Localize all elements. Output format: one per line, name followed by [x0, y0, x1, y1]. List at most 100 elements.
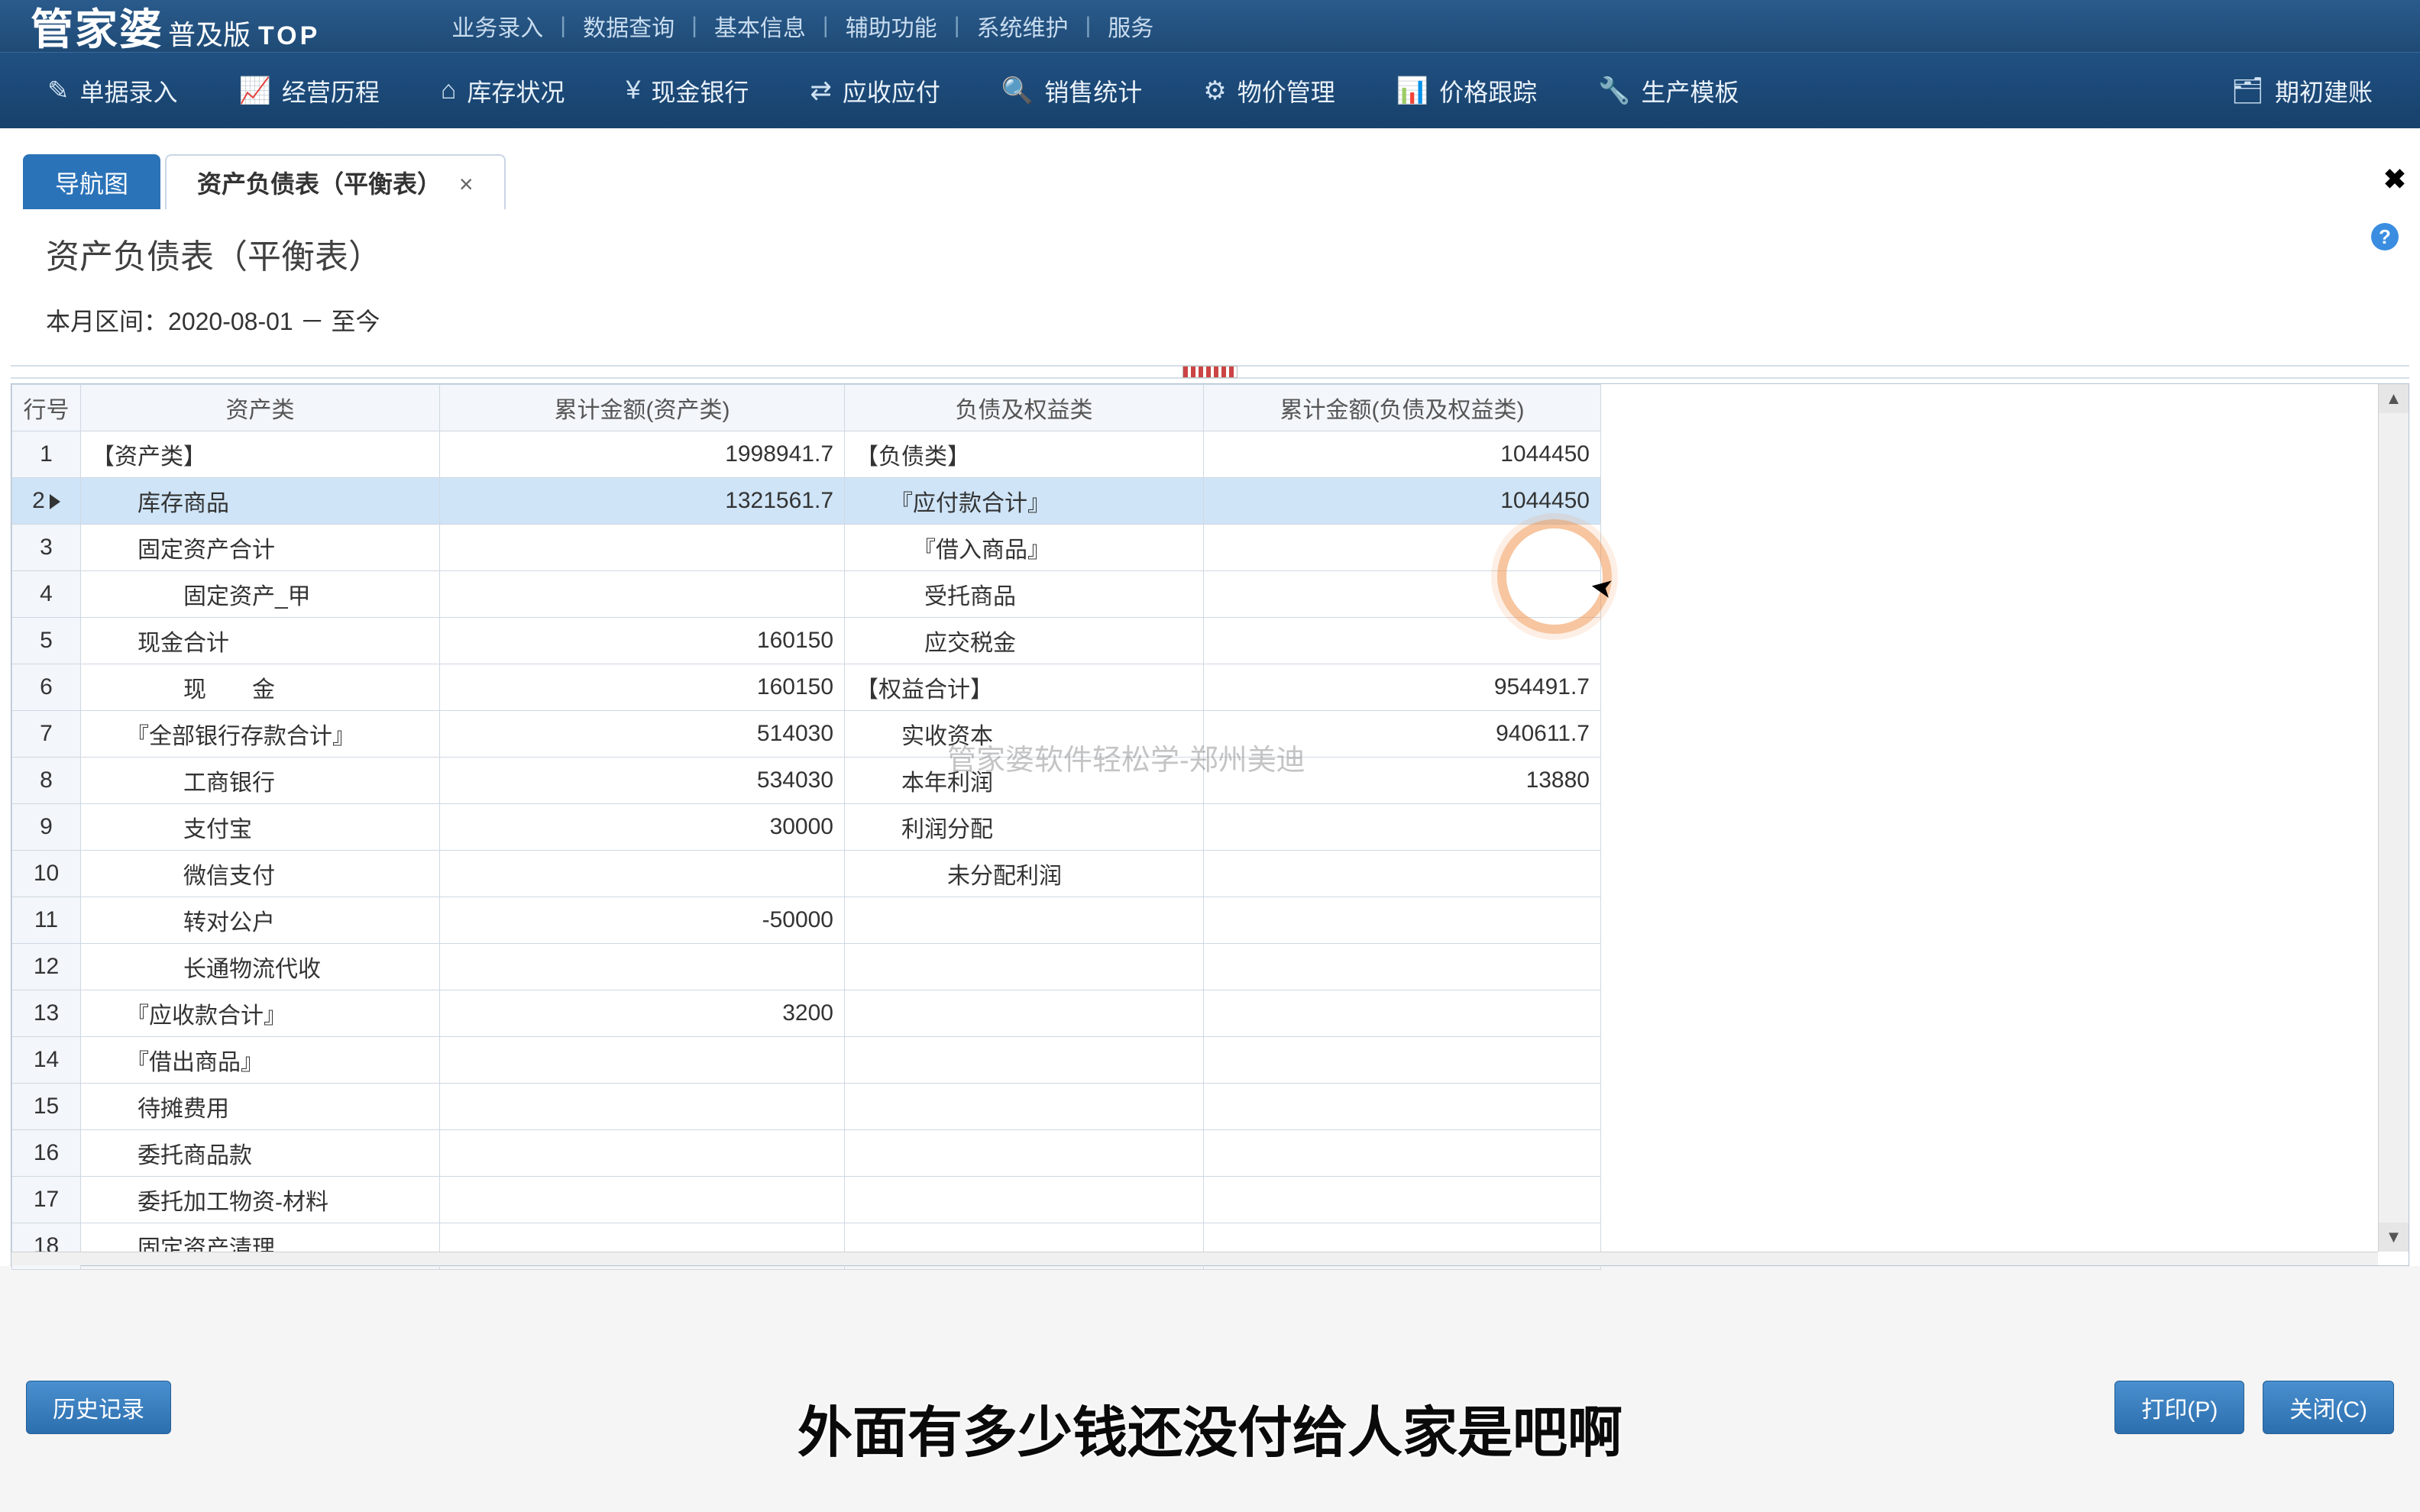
- table-row[interactable]: 2 库存商品1321561.7 『应付款合计』1044450: [12, 478, 1601, 525]
- nav-ar-ap[interactable]: ⇄应收应付: [779, 73, 971, 108]
- menu-assist[interactable]: 辅助功能: [829, 9, 954, 43]
- cell-liability-amount[interactable]: [1204, 1037, 1601, 1084]
- cell-liability[interactable]: 『借入商品』: [845, 525, 1204, 571]
- menu-system[interactable]: 系统维护: [959, 9, 1085, 43]
- cell-asset-amount[interactable]: [440, 944, 845, 990]
- cell-asset-amount[interactable]: 1998941.7: [440, 431, 845, 478]
- cell-asset-amount[interactable]: 30000: [440, 804, 845, 851]
- cell-asset[interactable]: 待摊费用: [81, 1084, 440, 1130]
- cell-liability[interactable]: 受托商品: [845, 571, 1204, 618]
- cell-asset[interactable]: 长通物流代收: [81, 944, 440, 990]
- cell-asset[interactable]: 转对公户: [81, 897, 440, 944]
- vertical-scrollbar[interactable]: ▲ ▼: [2378, 384, 2409, 1252]
- tab-navigation-map[interactable]: 导航图: [23, 154, 160, 209]
- nav-inventory[interactable]: ⌂库存状况: [410, 73, 596, 108]
- cell-liability[interactable]: 本年利润: [845, 758, 1204, 804]
- col-liability-amount[interactable]: 累计金额(负债及权益类): [1204, 385, 1601, 431]
- cell-liability-amount[interactable]: [1204, 1084, 1601, 1130]
- col-asset-amount[interactable]: 累计金额(资产类): [440, 385, 845, 431]
- cell-liability[interactable]: 利润分配: [845, 804, 1204, 851]
- cell-liability-amount[interactable]: [1204, 1130, 1601, 1177]
- cell-asset[interactable]: 固定资产_甲: [81, 571, 440, 618]
- cell-liability-amount[interactable]: 1044450: [1204, 478, 1601, 525]
- tab-balance-sheet[interactable]: 资产负债表（平衡表） ×: [165, 154, 506, 209]
- cell-asset-amount[interactable]: [440, 525, 845, 571]
- cell-liability-amount[interactable]: [1204, 618, 1601, 664]
- table-row[interactable]: 3 固定资产合计 『借入商品』: [12, 525, 1601, 571]
- nav-opening-balance[interactable]: 🗂期初建账: [2201, 73, 2403, 108]
- menu-business-entry[interactable]: 业务录入: [435, 9, 560, 43]
- table-row[interactable]: 13 『应收款合计』3200: [12, 990, 1601, 1037]
- cell-liability-amount[interactable]: [1204, 571, 1601, 618]
- nav-voucher-entry[interactable]: ✎单据录入: [17, 73, 209, 108]
- cell-asset[interactable]: 微信支付: [81, 851, 440, 897]
- table-row[interactable]: 8 工商银行534030 本年利润13880: [12, 758, 1601, 804]
- horizontal-scrollbar[interactable]: [11, 1252, 2378, 1265]
- table-row[interactable]: 16 委托商品款: [12, 1130, 1601, 1177]
- cell-asset-amount[interactable]: 1321561.7: [440, 478, 845, 525]
- scroll-up-icon[interactable]: ▲: [2379, 384, 2409, 413]
- cell-liability-amount[interactable]: [1204, 990, 1601, 1037]
- cell-asset[interactable]: 【资产类】: [81, 431, 440, 478]
- table-row[interactable]: 10 微信支付 未分配利润: [12, 851, 1601, 897]
- cell-liability[interactable]: 【负债类】: [845, 431, 1204, 478]
- table-row[interactable]: 6 现 金160150【权益合计】954491.7: [12, 664, 1601, 711]
- cell-liability[interactable]: 实收资本: [845, 711, 1204, 758]
- menu-basic-info[interactable]: 基本信息: [697, 9, 823, 43]
- nav-history[interactable]: 📈经营历程: [209, 73, 410, 108]
- cell-liability-amount[interactable]: [1204, 804, 1601, 851]
- history-button[interactable]: 历史记录: [26, 1381, 171, 1434]
- menu-data-query[interactable]: 数据查询: [566, 9, 691, 43]
- cell-asset[interactable]: 现 金: [81, 664, 440, 711]
- cell-asset[interactable]: 支付宝: [81, 804, 440, 851]
- cell-liability-amount[interactable]: 1044450: [1204, 431, 1601, 478]
- cell-asset[interactable]: 『全部银行存款合计』: [81, 711, 440, 758]
- help-icon[interactable]: ?: [2371, 223, 2399, 250]
- nav-price-manage[interactable]: ⚙物价管理: [1173, 73, 1366, 108]
- table-row[interactable]: 4 固定资产_甲 受托商品: [12, 571, 1601, 618]
- table-row[interactable]: 14 『借出商品』: [12, 1037, 1601, 1084]
- cell-liability-amount[interactable]: [1204, 851, 1601, 897]
- nav-price-track[interactable]: 📊价格跟踪: [1366, 73, 1568, 108]
- cell-liability[interactable]: [845, 1037, 1204, 1084]
- cell-asset-amount[interactable]: 3200: [440, 990, 845, 1037]
- cell-liability[interactable]: [845, 1177, 1204, 1223]
- scroll-down-icon[interactable]: ▼: [2379, 1223, 2409, 1252]
- cell-asset-amount[interactable]: [440, 1037, 845, 1084]
- print-button[interactable]: 打印(P): [2114, 1381, 2244, 1434]
- col-asset[interactable]: 资产类: [81, 385, 440, 431]
- cell-asset[interactable]: 库存商品: [81, 478, 440, 525]
- cell-asset-amount[interactable]: [440, 1130, 845, 1177]
- cell-asset-amount[interactable]: 160150: [440, 664, 845, 711]
- cell-asset-amount[interactable]: 160150: [440, 618, 845, 664]
- cell-asset-amount[interactable]: [440, 1177, 845, 1223]
- table-row[interactable]: 12 长通物流代收: [12, 944, 1601, 990]
- cell-asset-amount[interactable]: [440, 1084, 845, 1130]
- close-button[interactable]: 关闭(C): [2263, 1381, 2394, 1434]
- nav-production[interactable]: 🔧生产模板: [1568, 73, 1769, 108]
- table-row[interactable]: 11 转对公户-50000: [12, 897, 1601, 944]
- close-tab-icon[interactable]: ×: [459, 170, 474, 198]
- cell-liability-amount[interactable]: [1204, 1177, 1601, 1223]
- cell-liability[interactable]: [845, 990, 1204, 1037]
- cell-liability-amount[interactable]: [1204, 525, 1601, 571]
- table-row[interactable]: 17 委托加工物资-材料: [12, 1177, 1601, 1223]
- table-row[interactable]: 5 现金合计160150 应交税金: [12, 618, 1601, 664]
- cell-asset[interactable]: 『借出商品』: [81, 1037, 440, 1084]
- cell-asset[interactable]: 委托加工物资-材料: [81, 1177, 440, 1223]
- cell-liability[interactable]: 『应付款合计』: [845, 478, 1204, 525]
- cell-liability[interactable]: [845, 944, 1204, 990]
- nav-sales-stats[interactable]: 🔍销售统计: [971, 73, 1173, 108]
- cell-asset-amount[interactable]: 514030: [440, 711, 845, 758]
- table-row[interactable]: 9 支付宝30000 利润分配: [12, 804, 1601, 851]
- table-row[interactable]: 15 待摊费用: [12, 1084, 1601, 1130]
- cell-liability[interactable]: [845, 1084, 1204, 1130]
- cell-asset[interactable]: 现金合计: [81, 618, 440, 664]
- cell-asset[interactable]: 固定资产合计: [81, 525, 440, 571]
- cell-liability[interactable]: 【权益合计】: [845, 664, 1204, 711]
- cell-asset[interactable]: 委托商品款: [81, 1130, 440, 1177]
- nav-cash-bank[interactable]: ¥现金银行: [595, 73, 779, 108]
- cell-asset-amount[interactable]: [440, 851, 845, 897]
- menu-service[interactable]: 服务: [1091, 9, 1170, 43]
- close-all-icon[interactable]: ✖: [2383, 163, 2406, 195]
